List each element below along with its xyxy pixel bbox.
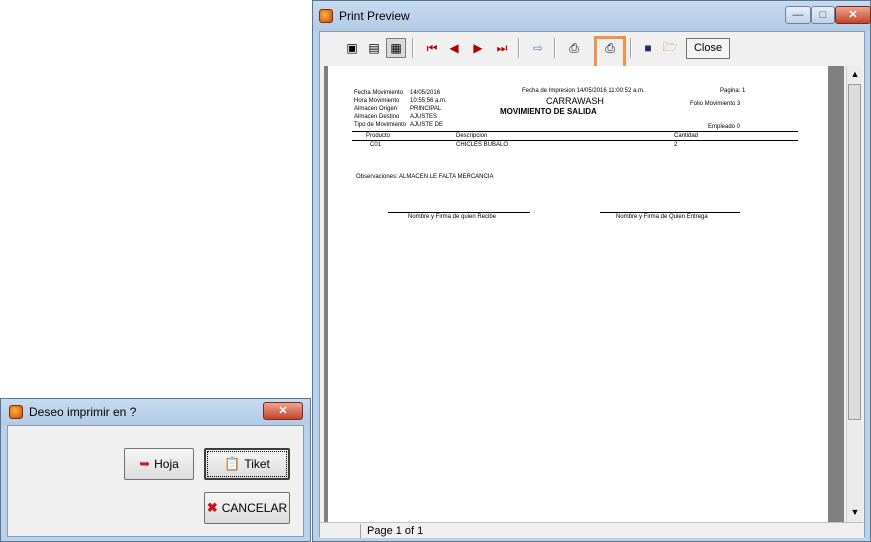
next-page-icon[interactable]: ▶ <box>468 38 488 58</box>
toolbar-separator <box>412 38 414 58</box>
toolbar-separator <box>554 38 556 58</box>
sign-right-label: Nombre y Firma de Quien Entrega <box>616 214 708 220</box>
close-preview-button[interactable]: Close <box>686 38 730 59</box>
preview-viewport: Fecha Movimiento 14/05/2016 Hora Movimie… <box>324 66 844 522</box>
almacen-origen-label: Almacen Origen <box>354 106 398 112</box>
window-close-button[interactable]: ✕ <box>835 6 871 24</box>
folio-label: Folio Movimiento 3 <box>690 101 741 107</box>
print-preview-titlebar[interactable]: Print Preview — □ ✕ <box>313 1 871 31</box>
row-producto: C01 <box>370 142 382 148</box>
col-cantidad: Cantidad <box>674 133 699 139</box>
preview-toolbar: ▣ ▤ ▦ ⏮ ◀ ▶ ⏭ ⇨ ⎙ ⎙ ■ 🗁 Close <box>320 32 864 74</box>
zoom-width-icon[interactable]: ▤ <box>364 38 384 58</box>
table-header-rule <box>352 140 798 141</box>
app-icon <box>9 405 23 419</box>
app-icon <box>319 9 333 23</box>
tiket-icon: 📋 <box>224 456 241 471</box>
hoja-button[interactable]: ➥ Hoja <box>124 448 194 480</box>
print-setup-icon[interactable]: ⎙ <box>564 38 584 58</box>
status-bar: Page 1 of 1 <box>320 522 864 538</box>
tiket-label: Tiket <box>244 457 270 471</box>
row-descripcion: CHICLES BUBALO <box>456 142 509 148</box>
print-icon[interactable]: ⎙ <box>600 38 620 58</box>
maximize-button[interactable]: □ <box>811 6 835 24</box>
pagina-label: Pagina: 1 <box>720 88 746 94</box>
tipo-mov-value: AJUSTE DE <box>410 122 444 128</box>
print-preview-client: ▣ ▤ ▦ ⏮ ◀ ▶ ⏭ ⇨ ⎙ ⎙ ■ 🗁 Close Fecha Movi… <box>319 31 865 538</box>
prev-page-icon[interactable]: ◀ <box>444 38 464 58</box>
zoom-page-icon[interactable]: ▣ <box>342 38 362 58</box>
dialog-client: ➥ Hoja 📋 Tiket ✖ CANCELAR <box>7 425 304 537</box>
hora-mov-label: Hora Movimiento <box>354 98 400 104</box>
close-preview-label: Close <box>693 42 723 54</box>
observaciones: Observaciones: ALMACEN LE FALTA MERCANCI… <box>356 174 494 180</box>
almacen-destino-value: AJUSTES <box>410 114 438 120</box>
cancel-x-icon: ✖ <box>206 500 218 515</box>
print-preview-window: Print Preview — □ ✕ ▣ ▤ ▦ ⏮ ◀ ▶ ⏭ ⇨ ⎙ ⎙ … <box>312 0 871 542</box>
scroll-thumb[interactable] <box>848 84 861 420</box>
print-choice-dialog: Deseo imprimir en ? ✕ ➥ Hoja 📋 Tiket ✖ C… <box>0 398 311 542</box>
tipo-mov-label: Tipo de Movimiento <box>354 122 407 128</box>
empleado-label: Empleado 0 <box>708 124 741 130</box>
goto-page-icon[interactable]: ⇨ <box>528 38 548 58</box>
report-title: MOVIMIENTO DE SALIDA <box>500 107 597 116</box>
dialog-title: Deseo imprimir en ? <box>29 405 137 419</box>
sign-left-label: Nombre y Firma de quien Recibe <box>408 214 497 220</box>
row-cantidad: 2 <box>674 142 678 148</box>
hora-mov-value: 10:55:56 a.m. <box>410 98 447 104</box>
toolbar-separator <box>630 38 632 58</box>
hoja-icon: ➥ <box>139 456 151 471</box>
fecha-mov-label: Fecha Movimiento <box>354 90 404 96</box>
minimize-button[interactable]: — <box>785 6 811 24</box>
scroll-down-icon[interactable]: ▼ <box>847 504 863 520</box>
cancelar-label: CANCELAR <box>221 501 288 515</box>
almacen-origen-value: PRINCIPAL <box>410 106 442 112</box>
first-page-icon[interactable]: ⏮ <box>422 38 442 58</box>
open-folder-icon[interactable]: 🗁 <box>660 38 680 58</box>
sign-line-left <box>388 212 530 213</box>
cancelar-button[interactable]: ✖ CANCELAR <box>204 492 290 524</box>
company-name: CARRAWASH <box>546 96 604 106</box>
col-descripcion: Descripcion <box>456 133 488 139</box>
dialog-titlebar[interactable]: Deseo imprimir en ? ✕ <box>1 399 310 425</box>
fecha-impresion: Fecha de Impresion 14/05/2016 11:00:52 a… <box>522 88 645 94</box>
vertical-scrollbar[interactable]: ▲ ▼ <box>846 66 862 522</box>
tiket-button[interactable]: 📋 Tiket <box>204 448 290 480</box>
sign-line-right <box>600 212 740 213</box>
zoom-100-icon[interactable]: ▦ <box>386 38 406 58</box>
last-page-icon[interactable]: ⏭ <box>492 38 512 58</box>
scroll-up-icon[interactable]: ▲ <box>847 66 863 82</box>
page-count-status: Page 1 of 1 <box>360 524 423 538</box>
almacen-destino-label: Almacen Destino <box>354 114 400 120</box>
toolbar-separator <box>518 38 520 58</box>
window-title: Print Preview <box>339 9 410 23</box>
fecha-mov-value: 14/05/2016 <box>410 90 441 96</box>
report-page: Fecha Movimiento 14/05/2016 Hora Movimie… <box>328 66 828 522</box>
table-top-rule <box>352 131 798 132</box>
col-producto: Producto <box>366 133 391 139</box>
dialog-close-button[interactable]: ✕ <box>263 402 303 420</box>
hoja-label: Hoja <box>154 457 179 471</box>
save-icon[interactable]: ■ <box>638 38 658 58</box>
